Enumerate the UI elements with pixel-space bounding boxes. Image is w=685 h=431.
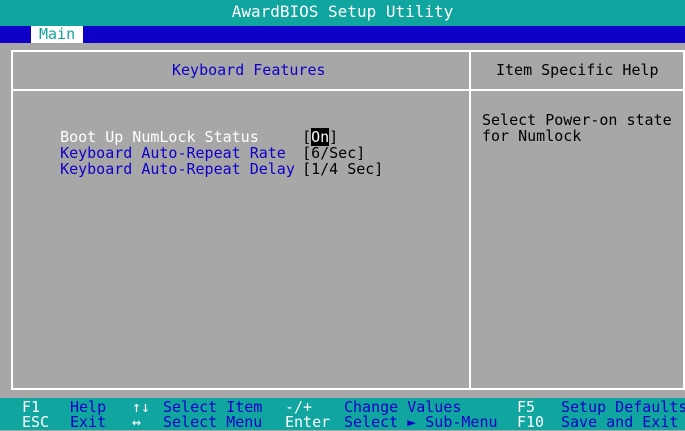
key-esc-desc: Exit [70,413,107,431]
window-title: AwardBIOS Setup Utility [0,0,685,26]
setting-repeat-delay-value[interactable]: [1/4 Sec] [302,160,383,178]
key-enter-desc: Select ► Sub-Menu [344,413,498,431]
key-f10-desc: Save and Exit [561,413,679,431]
setting-repeat-delay-row[interactable]: Keyboard Auto-Repeat Delay [1/4 Sec] [42,145,383,177]
menu-bar: Main [0,26,685,43]
tab-main[interactable]: Main [31,26,83,43]
panel-title: Keyboard Features [172,61,326,79]
settings-panel [11,50,685,390]
setting-repeat-delay-label: Keyboard Auto-Repeat Delay [60,160,295,178]
key-leftright-desc: Select Menu [163,413,263,431]
help-text: Select Power-on state for Numlock [482,111,672,145]
status-bar: F1 Help ESC Exit ↑↓ Select Item ↔ Select… [0,398,685,430]
key-esc: ESC [22,413,50,431]
header-divider [11,89,685,91]
panel-divider [469,50,471,390]
key-f10: F10 [517,413,545,431]
key-leftright: ↔ [132,413,142,431]
key-enter: Enter [285,413,331,431]
help-title: Item Specific Help [496,61,659,79]
